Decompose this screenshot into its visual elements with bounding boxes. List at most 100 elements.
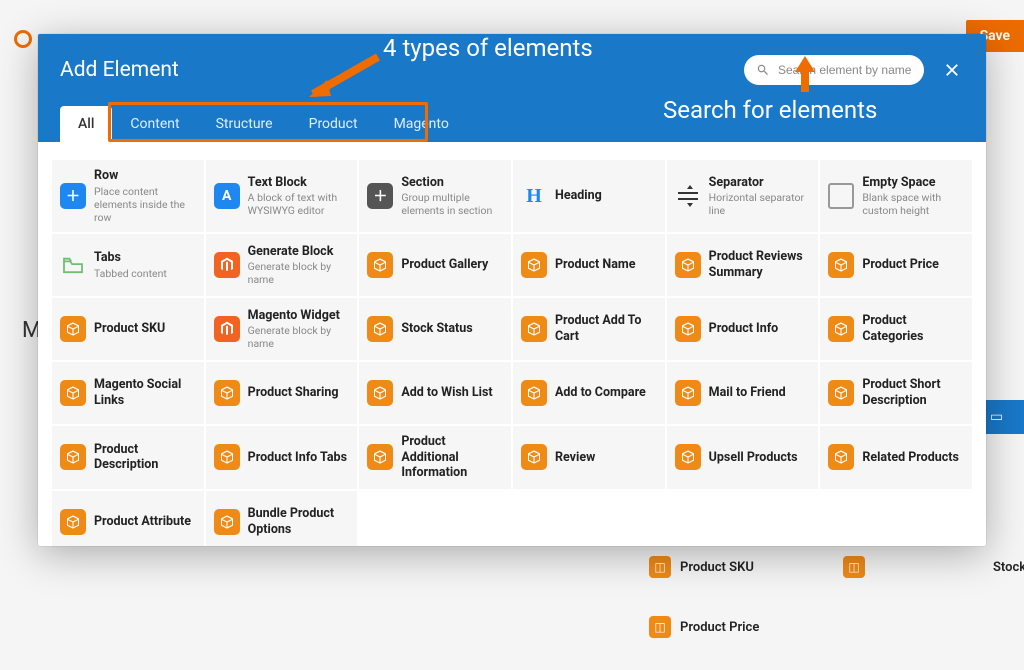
- element-card[interactable]: Product SKU: [52, 298, 204, 360]
- card-title: Stock Status: [401, 321, 472, 337]
- element-card[interactable]: Product Short Description: [820, 362, 972, 424]
- card-title: Product Attribute: [94, 514, 191, 530]
- card-title: Text Block: [248, 175, 350, 191]
- box-icon: [214, 444, 240, 470]
- card-title: Separator: [709, 175, 811, 191]
- card-title: Bundle Product Options: [248, 506, 350, 537]
- element-card[interactable]: Add to Compare: [513, 362, 665, 424]
- card-text: Stock Status: [401, 321, 472, 337]
- card-title: Product Additional Information: [401, 434, 503, 481]
- search-box[interactable]: [744, 55, 924, 85]
- add-element-modal: Add Element 4 types of elements Search f…: [38, 34, 986, 546]
- element-card[interactable]: Magento WidgetGenerate block by name: [206, 298, 358, 360]
- element-card[interactable]: Product Gallery: [359, 234, 511, 296]
- card-title: Product Reviews Summary: [709, 249, 811, 280]
- box-icon: [60, 380, 86, 406]
- box-icon: [60, 444, 86, 470]
- element-card[interactable]: Product Info: [667, 298, 819, 360]
- magento-icon: [214, 252, 240, 278]
- heading-icon: H: [521, 183, 547, 209]
- box-icon: [214, 509, 240, 535]
- tab-all[interactable]: All: [60, 106, 112, 142]
- separator-icon: [675, 183, 701, 209]
- empty-space-icon: [828, 183, 854, 209]
- close-button[interactable]: [940, 58, 964, 82]
- card-subtitle: Group multiple elements in section: [401, 191, 503, 217]
- element-card[interactable]: Bundle Product Options: [206, 491, 358, 546]
- card-title: Mail to Friend: [709, 385, 786, 401]
- card-text: Product Short Description: [862, 377, 964, 408]
- box-icon: [828, 316, 854, 342]
- tab-product[interactable]: Product: [291, 106, 376, 142]
- card-title: Magento Social Links: [94, 377, 196, 408]
- element-card[interactable]: Product Sharing: [206, 362, 358, 424]
- element-card[interactable]: Generate BlockGenerate block by name: [206, 234, 358, 296]
- card-text: Product Price: [862, 257, 939, 273]
- card-text: Add to Compare: [555, 385, 646, 401]
- card-text: Product Categories: [862, 313, 964, 344]
- card-title: Add to Compare: [555, 385, 646, 401]
- tab-content[interactable]: Content: [112, 106, 197, 142]
- element-card[interactable]: Related Products: [820, 426, 972, 489]
- element-card[interactable]: ＋RowPlace content elements inside the ro…: [52, 160, 204, 232]
- box-icon: [675, 316, 701, 342]
- card-title: Generate Block: [248, 244, 350, 260]
- card-subtitle: Tabbed content: [94, 267, 167, 280]
- card-text: Magento WidgetGenerate block by name: [248, 308, 350, 351]
- box-icon: [367, 252, 393, 278]
- card-subtitle: Generate block by name: [248, 260, 350, 286]
- element-card[interactable]: Product Add To Cart: [513, 298, 665, 360]
- modal-header: Add Element 4 types of elements Search f…: [38, 34, 986, 142]
- element-card[interactable]: Mail to Friend: [667, 362, 819, 424]
- tab-magento[interactable]: Magento: [376, 106, 467, 142]
- tab-structure[interactable]: Structure: [198, 106, 291, 142]
- element-card[interactable]: Empty SpaceBlank space with custom heigh…: [820, 160, 972, 232]
- element-card[interactable]: TabsTabbed content: [52, 234, 204, 296]
- search-icon: [756, 63, 770, 77]
- bg-item-label: Product SKU: [680, 560, 754, 575]
- box-icon: [675, 444, 701, 470]
- card-subtitle: Generate block by name: [248, 324, 350, 350]
- card-title: Row: [94, 168, 196, 184]
- card-title: Product Gallery: [401, 257, 488, 273]
- card-title: Review: [555, 450, 595, 466]
- element-card[interactable]: SeparatorHorizontal separator line: [667, 160, 819, 232]
- element-card[interactable]: Product Name: [513, 234, 665, 296]
- element-card[interactable]: Upsell Products: [667, 426, 819, 489]
- card-text: Product Attribute: [94, 514, 191, 530]
- card-text: Bundle Product Options: [248, 506, 350, 537]
- element-card[interactable]: Product Price: [820, 234, 972, 296]
- element-card[interactable]: Product Reviews Summary: [667, 234, 819, 296]
- element-card[interactable]: Magento Social Links: [52, 362, 204, 424]
- element-card[interactable]: ＋SectionGroup multiple elements in secti…: [359, 160, 511, 232]
- element-card[interactable]: Product Attribute: [52, 491, 204, 546]
- element-card[interactable]: Product Info Tabs: [206, 426, 358, 489]
- element-card[interactable]: Stock Status: [359, 298, 511, 360]
- box-icon: [828, 444, 854, 470]
- card-subtitle: Horizontal separator line: [709, 191, 811, 217]
- element-card[interactable]: Add to Wish List: [359, 362, 511, 424]
- card-text: Product Description: [94, 442, 196, 473]
- plus-icon: ＋: [60, 183, 86, 209]
- card-text: Product Info: [709, 321, 779, 337]
- magento-icon: [214, 316, 240, 342]
- element-card[interactable]: AText BlockA block of text with WYSIWYG …: [206, 160, 358, 232]
- close-icon: [943, 61, 961, 79]
- element-card[interactable]: Product Categories: [820, 298, 972, 360]
- card-title: Product Info Tabs: [248, 450, 347, 466]
- card-text: Heading: [555, 188, 602, 204]
- box-icon: [828, 252, 854, 278]
- card-text: Text BlockA block of text with WYSIWYG e…: [248, 175, 350, 218]
- modal-body: ＋RowPlace content elements inside the ro…: [38, 142, 986, 546]
- element-card[interactable]: Product Description: [52, 426, 204, 489]
- element-card[interactable]: H Heading: [513, 160, 665, 232]
- card-title: Section: [401, 175, 503, 191]
- element-card[interactable]: Review: [513, 426, 665, 489]
- card-title: Add to Wish List: [401, 385, 492, 401]
- card-title: Product Sharing: [248, 385, 339, 401]
- card-subtitle: A block of text with WYSIWYG editor: [248, 191, 350, 217]
- card-text: Magento Social Links: [94, 377, 196, 408]
- box-icon: [367, 444, 393, 470]
- element-card[interactable]: Product Additional Information: [359, 426, 511, 489]
- bg-item-label: Stock: [993, 560, 1024, 575]
